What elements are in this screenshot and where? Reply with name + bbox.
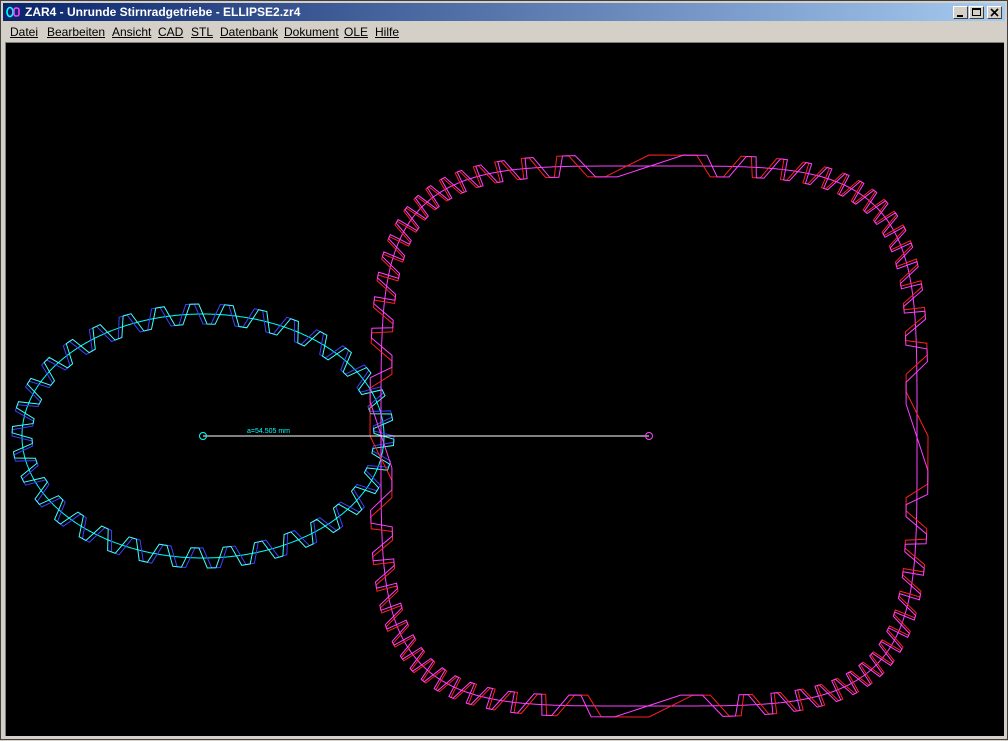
gear-drawing[interactable]: a=54.505 mm [1,1,1008,741]
drawing-canvas[interactable]: a=54.505 mm [5,42,1004,736]
application-window: ZAR4 - Unrunde Stirnradgetriebe - ELLIPS… [0,0,1008,740]
center-distance-label: a=54.505 mm [247,428,290,435]
